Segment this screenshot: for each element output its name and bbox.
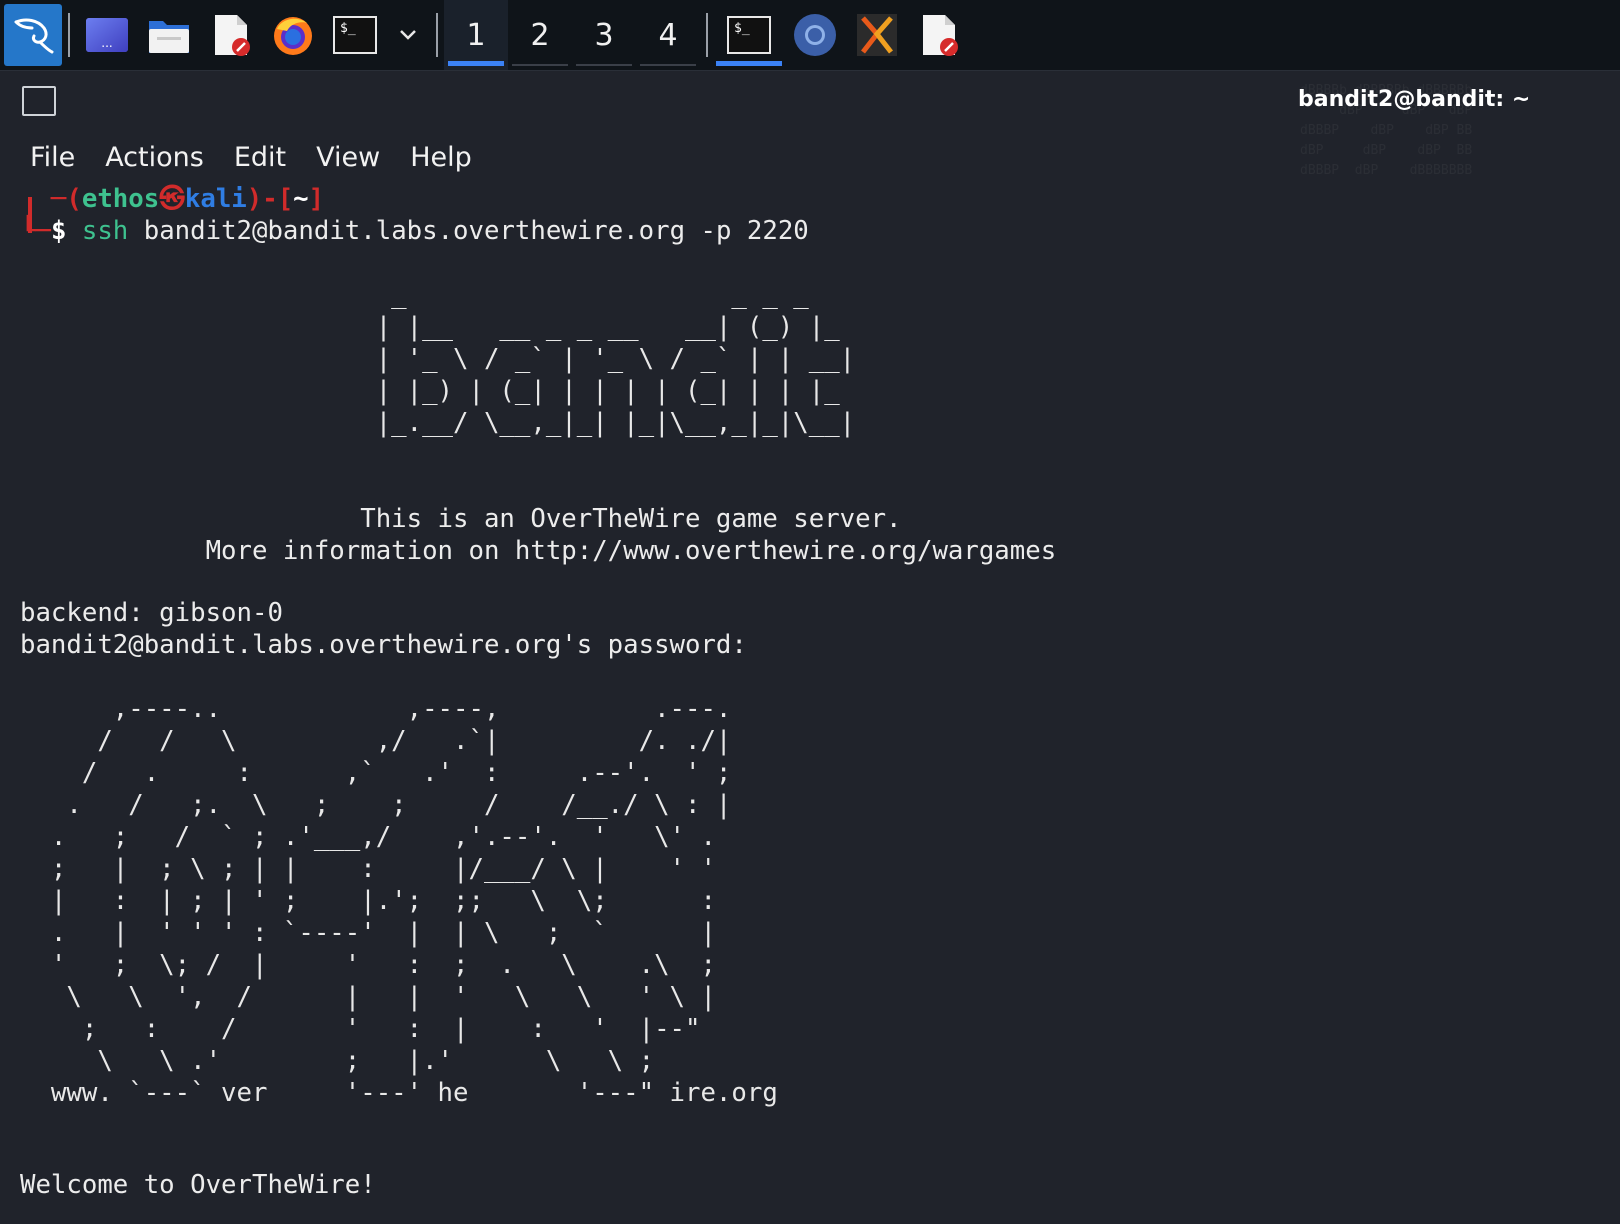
prompt-line: ─(ethos㉿kali)-[~]: [20, 184, 325, 214]
welcome-line: Welcome to OverTheWire!: [20, 1170, 376, 1200]
prompt-dollar: $: [50, 216, 67, 246]
workspace-4[interactable]: 4: [636, 0, 700, 70]
taskbar-separator: [706, 13, 708, 57]
svg-text:$_: $_: [340, 21, 356, 36]
xampp-icon: [857, 14, 897, 56]
command-line: └─$ ssh bandit2@bandit.labs.overthewire.…: [20, 216, 809, 246]
menu-edit[interactable]: Edit: [234, 142, 286, 173]
chromium-icon: [794, 14, 836, 56]
overthewire-ascii-art: ,----.. ,----, .---. / / \ ,/ .`| /. ./|…: [50, 694, 778, 1108]
workspace-label: 4: [658, 17, 678, 53]
firefox-button[interactable]: [262, 0, 324, 70]
desktop-icon: ...: [86, 18, 128, 52]
taskbar-separator: [68, 13, 70, 57]
text-editor-button[interactable]: [200, 0, 262, 70]
menu-actions[interactable]: Actions: [105, 142, 204, 173]
taskbar-window-chromium[interactable]: [784, 0, 846, 70]
terminal-dropdown-button[interactable]: [386, 0, 430, 70]
menubar: File Actions Edit View Help: [0, 131, 1620, 183]
file-manager-icon: [149, 21, 189, 53]
server-info-line: This is an OverTheWire game server.: [20, 504, 902, 534]
kali-dragon-icon: [14, 18, 54, 54]
taskbar-window-xampp[interactable]: [846, 0, 908, 70]
terminal-window: dBBBBb dBBBBBb dBBBBBb dBP dBP dBP dBBBP…: [0, 71, 1620, 1224]
taskbar-window-terminal[interactable]: $_: [714, 0, 784, 70]
kali-menu-button[interactable]: [4, 4, 62, 66]
menu-file[interactable]: File: [30, 142, 75, 173]
backend-line: backend: gibson-0: [20, 598, 283, 628]
terminal-launcher-button[interactable]: $_: [324, 0, 386, 70]
server-info-url-line: More information on http://www.overthewi…: [20, 536, 1057, 566]
terminal-icon: $_: [333, 16, 377, 54]
menu-view[interactable]: View: [316, 142, 380, 173]
workspace-label: 2: [530, 17, 550, 53]
text-editor-icon: [923, 15, 958, 56]
password-prompt-line: bandit2@bandit.labs.overthewire.org's pa…: [20, 630, 747, 660]
prompt-corner-line: [28, 197, 32, 233]
window-title: bandit2@bandit: ~: [1298, 87, 1531, 112]
prompt-user: ethos: [81, 184, 160, 214]
bandit-ascii-art: _ _ _ _ | |__ __ _ _ __ __| (_) |_ | '_ …: [375, 280, 856, 438]
show-desktop-button[interactable]: ...: [76, 0, 138, 70]
text-editor-icon: [215, 15, 250, 56]
prompt-dir: ~: [293, 184, 309, 214]
workspace-1[interactable]: 1: [444, 0, 508, 70]
file-manager-button[interactable]: [138, 0, 200, 70]
terminal-icon: [22, 86, 56, 116]
prompt-at-symbol: ㉿: [159, 184, 185, 214]
workspace-label: 3: [594, 17, 614, 53]
workspace-label: 1: [466, 17, 486, 53]
chevron-down-icon: [400, 30, 416, 40]
prompt-host: kali: [184, 184, 247, 214]
taskbar-window-text-editor[interactable]: [908, 0, 970, 70]
svg-text:$_: $_: [734, 21, 750, 36]
taskbar-separator: [436, 13, 438, 57]
taskbar: ... $_ 1 2 3 4 $_: [0, 0, 1620, 71]
command-name: ssh: [81, 216, 129, 246]
workspace-3[interactable]: 3: [572, 0, 636, 70]
firefox-icon: [274, 17, 312, 55]
window-titlebar: bandit2@bandit: ~: [0, 71, 1620, 131]
menu-help[interactable]: Help: [410, 142, 472, 173]
command-args: bandit2@bandit.labs.overthewire.org -p 2…: [128, 216, 809, 246]
terminal-output[interactable]: ─(ethos㉿kali)-[~] └─$ ssh bandit2@bandit…: [20, 183, 1620, 1224]
workspace-2[interactable]: 2: [508, 0, 572, 70]
terminal-icon: $_: [727, 16, 771, 54]
svg-text:...: ...: [101, 36, 112, 50]
